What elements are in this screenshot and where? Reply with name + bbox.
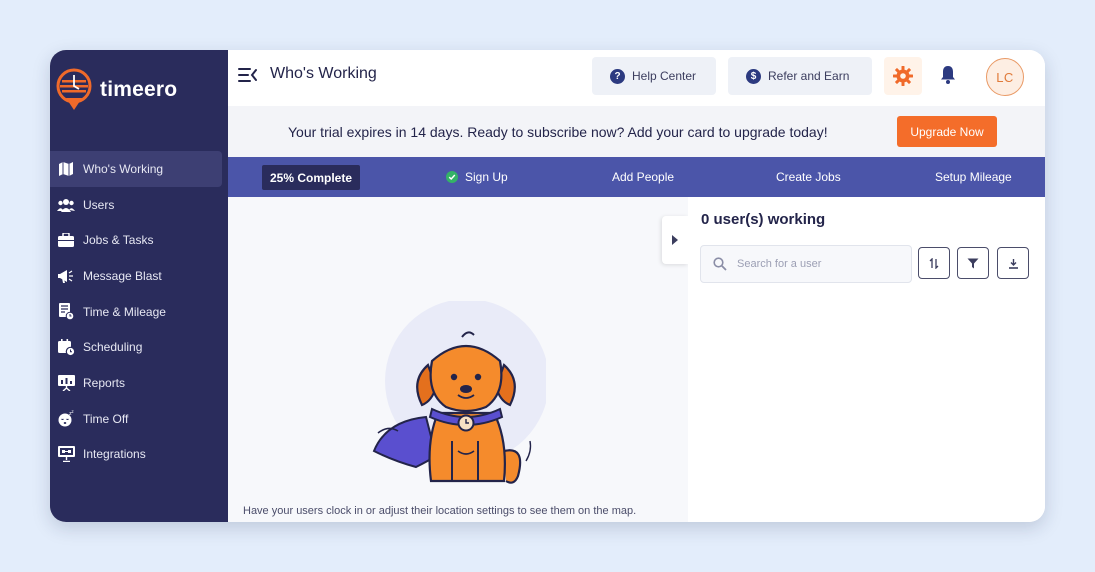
sidebar-item-time-mileage[interactable]: Time & Mileage	[50, 294, 222, 330]
step-label: Create Jobs	[776, 170, 841, 184]
step-label: Setup Mileage	[935, 170, 1012, 184]
notification-bell-icon[interactable]	[940, 65, 956, 85]
search-box	[700, 245, 912, 283]
sort-icon	[929, 257, 939, 269]
sidebar-item-time-off[interactable]: zz Time Off	[50, 401, 222, 437]
search-input[interactable]	[737, 258, 897, 270]
download-icon	[1008, 258, 1018, 269]
caret-right-icon	[672, 235, 678, 245]
sidebar-item-label: Scheduling	[83, 340, 143, 355]
filter-icon	[967, 258, 979, 268]
step-label: Add People	[612, 170, 675, 184]
help-center-button[interactable]: ? Help Center	[592, 57, 716, 95]
calendar-clock-icon	[57, 338, 75, 356]
svg-text:z: z	[71, 410, 73, 414]
sidebar-item-jobs-tasks[interactable]: Jobs & Tasks	[50, 222, 222, 258]
app-window: timeero Who's Working Users Jobs & Tasks	[50, 50, 1045, 522]
step-label: Sign Up	[465, 170, 508, 184]
sort-button[interactable]	[918, 247, 950, 279]
sidebar-item-users[interactable]: Users	[50, 187, 222, 223]
sidebar-item-reports[interactable]: Reports	[50, 365, 222, 401]
users-icon	[57, 196, 75, 214]
map-icon	[57, 160, 75, 178]
briefcase-icon	[57, 231, 75, 249]
timesheet-icon	[57, 303, 75, 321]
sidebar-item-label: Time & Mileage	[83, 304, 166, 319]
search-icon	[713, 257, 727, 271]
collapse-menu-icon[interactable]	[238, 67, 258, 83]
logo[interactable]: timeero	[56, 68, 177, 112]
gear-icon	[893, 66, 913, 86]
sidebar-item-label: Jobs & Tasks	[83, 233, 154, 248]
trial-message: Your trial expires in 14 days. Ready to …	[288, 124, 828, 140]
sidebar-item-label: Integrations	[83, 447, 146, 462]
progress-badge: 25% Complete	[262, 165, 360, 190]
map-area[interactable]: Have your users clock in or adjust their…	[228, 197, 688, 522]
users-panel: 0 user(s) working	[688, 197, 1045, 522]
check-circle-icon	[446, 171, 458, 183]
map-empty-message: Have your users clock in or adjust their…	[243, 505, 637, 517]
sidebar: timeero Who's Working Users Jobs & Tasks	[50, 50, 228, 522]
dog-illustration	[372, 301, 546, 484]
step-add-people[interactable]: Add People	[612, 170, 674, 184]
sidebar-item-scheduling[interactable]: Scheduling	[50, 329, 222, 365]
logo-text: timeero	[100, 78, 178, 101]
sleep-icon: zz	[57, 410, 75, 428]
step-sign-up[interactable]: Sign Up	[446, 170, 508, 184]
top-bar: Who's Working ? Help Center $ Refer and …	[228, 50, 1045, 106]
integrations-icon	[57, 445, 75, 463]
content-area: Have your users clock in or adjust their…	[228, 197, 1045, 522]
working-count: 0 user(s) working	[701, 211, 826, 228]
megaphone-icon	[57, 267, 75, 285]
chart-icon	[57, 374, 75, 392]
sidebar-item-message-blast[interactable]: Message Blast	[50, 258, 222, 294]
sidebar-item-label: Message Blast	[83, 268, 162, 283]
page-title: Who's Working	[270, 65, 377, 82]
sidebar-item-label: Reports	[83, 375, 126, 390]
settings-button[interactable]	[884, 57, 922, 95]
help-center-label: Help Center	[632, 69, 697, 83]
refer-and-earn-button[interactable]: $ Refer and Earn	[728, 57, 872, 95]
main-area: Who's Working ? Help Center $ Refer and …	[228, 50, 1045, 522]
upgrade-now-button[interactable]: Upgrade Now	[897, 116, 997, 147]
sidebar-nav: Who's Working Users Jobs & Tasks Message…	[50, 151, 228, 472]
timeero-logo-icon	[56, 68, 92, 110]
question-icon: ?	[610, 68, 625, 84]
sidebar-item-label: Who's Working	[83, 161, 164, 176]
sidebar-item-label: Time Off	[83, 411, 129, 426]
filter-button[interactable]	[957, 247, 989, 279]
dollar-icon: $	[746, 68, 761, 84]
user-avatar[interactable]: LC	[986, 58, 1024, 96]
trial-banner: Your trial expires in 14 days. Ready to …	[228, 106, 1045, 157]
download-button[interactable]	[997, 247, 1029, 279]
onboarding-steps-bar: 25% Complete Sign Up Add People Create J…	[228, 157, 1045, 197]
sidebar-item-integrations[interactable]: Integrations	[50, 437, 222, 473]
step-setup-mileage[interactable]: Setup Mileage	[935, 170, 1012, 184]
refer-and-earn-label: Refer and Earn	[768, 69, 850, 83]
sidebar-item-whos-working[interactable]: Who's Working	[50, 151, 222, 187]
sidebar-item-label: Users	[83, 197, 115, 212]
expand-panel-button[interactable]	[662, 216, 688, 264]
step-create-jobs[interactable]: Create Jobs	[776, 170, 841, 184]
